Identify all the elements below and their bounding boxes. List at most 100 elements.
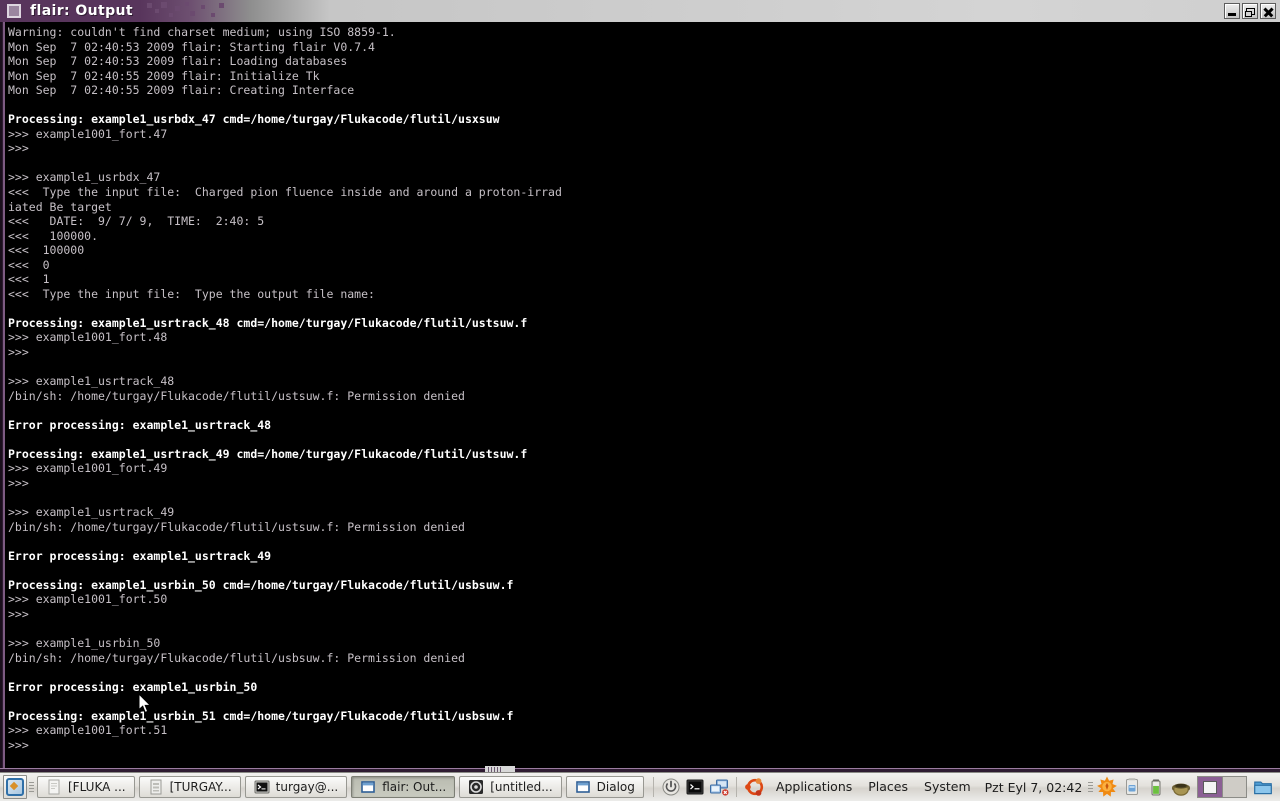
document-icon [148, 779, 164, 795]
terminal-line: Processing: example1_usrbin_51 cmd=/home… [8, 709, 1275, 724]
show-desktop-icon [6, 778, 24, 796]
terminal-line: Processing: example1_usrbin_50 cmd=/home… [8, 578, 1275, 593]
window-controls [1224, 3, 1276, 19]
menu-system[interactable]: System [916, 775, 979, 799]
task-button-untitled[interactable]: [untitled... [459, 776, 561, 798]
terminal-line [8, 360, 1275, 375]
panel-drag-handle[interactable] [29, 777, 35, 797]
terminal-line [8, 98, 1275, 113]
battery-icon[interactable] [1146, 777, 1166, 797]
clock[interactable]: Pzt Eyl 7, 02:42 [979, 780, 1089, 795]
terminal-line: iated Be target [8, 200, 1275, 215]
terminal-line [8, 534, 1275, 549]
terminal-line: >>> example1001_fort.49 [8, 461, 1275, 476]
app-icon [468, 779, 484, 795]
window-icon [575, 779, 591, 795]
terminal-line [8, 752, 1275, 767]
terminal-line: >>> example1_usrbdx_47 [8, 170, 1275, 185]
workspace-switcher[interactable] [1197, 776, 1247, 798]
panel-separator [653, 777, 654, 797]
terminal-line: <<< Type the input file: Type the output… [8, 287, 1275, 302]
task-button-label: flair: Out... [382, 780, 446, 794]
terminal-line: >>> [8, 141, 1275, 156]
terminal-line: Error processing: example1_usrtrack_48 [8, 418, 1275, 433]
workspace-2[interactable] [1223, 777, 1247, 797]
terminal-line [8, 563, 1275, 578]
mouse-cursor [139, 694, 152, 714]
titlebar-dither-decoration [145, 0, 260, 22]
maximize-button[interactable] [1242, 3, 1258, 19]
terminal-line: Mon Sep 7 02:40:55 2009 flair: Initializ… [8, 69, 1275, 84]
ubuntu-logo-icon[interactable] [744, 776, 766, 798]
terminal-output[interactable]: Warning: couldn't find charset medium; u… [5, 22, 1275, 767]
terminal-frame: Warning: couldn't find charset medium; u… [0, 22, 1280, 772]
terminal-line: >>> [8, 476, 1275, 491]
task-button-fluka[interactable]: [FLUKA ... [37, 776, 135, 798]
terminal-line: Error processing: example1_usrbin_50 [8, 680, 1275, 695]
task-button-label: [FLUKA ... [68, 780, 126, 794]
task-button-terminal[interactable]: turgay@... [245, 776, 348, 798]
task-button-dialog[interactable]: Dialog [566, 776, 644, 798]
taskbar-panel: [FLUKA ... [TURGAY... turgay@... [0, 772, 1280, 801]
terminal-line: >>> example1001_fort.51 [8, 723, 1275, 738]
terminal-line: <<< 100000. [8, 229, 1275, 244]
terminal-line: Mon Sep 7 02:40:53 2009 flair: Loading d… [8, 54, 1275, 69]
terminal-line: <<< Type the input file: Charged pion fl… [8, 185, 1275, 200]
terminal-line: >>> [8, 738, 1275, 753]
terminal-line: <<< 100000 [8, 243, 1275, 258]
folder-icon[interactable] [1252, 776, 1274, 798]
drive-icon[interactable] [1122, 777, 1142, 797]
terminal-icon[interactable] [685, 777, 705, 797]
terminal-line: >>> example1001_fort.50 [8, 592, 1275, 607]
terminal-line: >>> example1001_fort.47 [8, 127, 1275, 142]
terminal-line: >>> [8, 607, 1275, 622]
task-button-label: [untitled... [490, 780, 552, 794]
brightness-icon[interactable] [1096, 776, 1118, 798]
terminal-line: <<< 0 [8, 258, 1275, 273]
terminal-line [8, 694, 1275, 709]
terminal-line: Processing: example1_usrtrack_48 cmd=/ho… [8, 316, 1275, 331]
update-manager-icon[interactable] [1170, 776, 1192, 798]
terminal-line [8, 403, 1275, 418]
document-icon [46, 779, 62, 795]
panel-drag-handle[interactable] [1088, 777, 1094, 797]
terminal-line: >>> example1_usrtrack_49 [8, 505, 1275, 520]
window-titlebar[interactable]: flair: Output [0, 0, 1280, 22]
terminal-line: Warning: couldn't find charset medium; u… [8, 25, 1275, 40]
terminal-line: Mon Sep 7 02:40:53 2009 flair: Starting … [8, 40, 1275, 55]
network-disconnected-icon[interactable] [709, 777, 729, 797]
terminal-line [8, 491, 1275, 506]
terminal-line: >>> example1001_fort.48 [8, 330, 1275, 345]
terminal-line: /bin/sh: /home/turgay/Flukacode/flutil/u… [8, 520, 1275, 535]
terminal-line: Error processing: example1_usrtrack_49 [8, 549, 1275, 564]
menu-applications[interactable]: Applications [768, 775, 860, 799]
terminal-line [8, 156, 1275, 171]
task-button-flair-output[interactable]: flair: Out... [351, 776, 455, 798]
close-button[interactable] [1260, 3, 1276, 19]
workspace-1[interactable] [1198, 777, 1222, 797]
task-button-label: Dialog [597, 780, 635, 794]
desktop: flair: Output Warning: couldn't find cha… [0, 0, 1280, 800]
task-button-turgay[interactable]: [TURGAY... [139, 776, 241, 798]
menu-places[interactable]: Places [860, 775, 916, 799]
terminal-line: Processing: example1_usrbdx_47 cmd=/home… [8, 112, 1275, 127]
window-menu-icon[interactable] [7, 4, 21, 18]
terminal-line: >>> example1_usrtrack_48 [8, 374, 1275, 389]
minimize-button[interactable] [1224, 3, 1240, 19]
terminal-line: /bin/sh: /home/turgay/Flukacode/flutil/u… [8, 651, 1275, 666]
show-desktop-button[interactable] [3, 775, 27, 799]
terminal-line: <<< 1 [8, 272, 1275, 287]
terminal-line: Processing: example1_usrtrack_49 cmd=/ho… [8, 447, 1275, 462]
terminal-line [8, 665, 1275, 680]
panel-separator [736, 777, 737, 797]
terminal-line: Mon Sep 7 02:40:55 2009 flair: Creating … [8, 83, 1275, 98]
window-border-left-shadow [0, 22, 2, 772]
power-icon[interactable] [661, 777, 681, 797]
terminal-line [8, 301, 1275, 316]
terminal-line: >>> example1_usrbin_50 [8, 636, 1275, 651]
terminal-line [8, 621, 1275, 636]
task-button-label: turgay@... [276, 780, 339, 794]
terminal-line: /bin/sh: /home/turgay/Flukacode/flutil/u… [8, 389, 1275, 404]
flair-output-window: flair: Output Warning: couldn't find cha… [0, 0, 1280, 772]
terminal-icon [254, 779, 270, 795]
